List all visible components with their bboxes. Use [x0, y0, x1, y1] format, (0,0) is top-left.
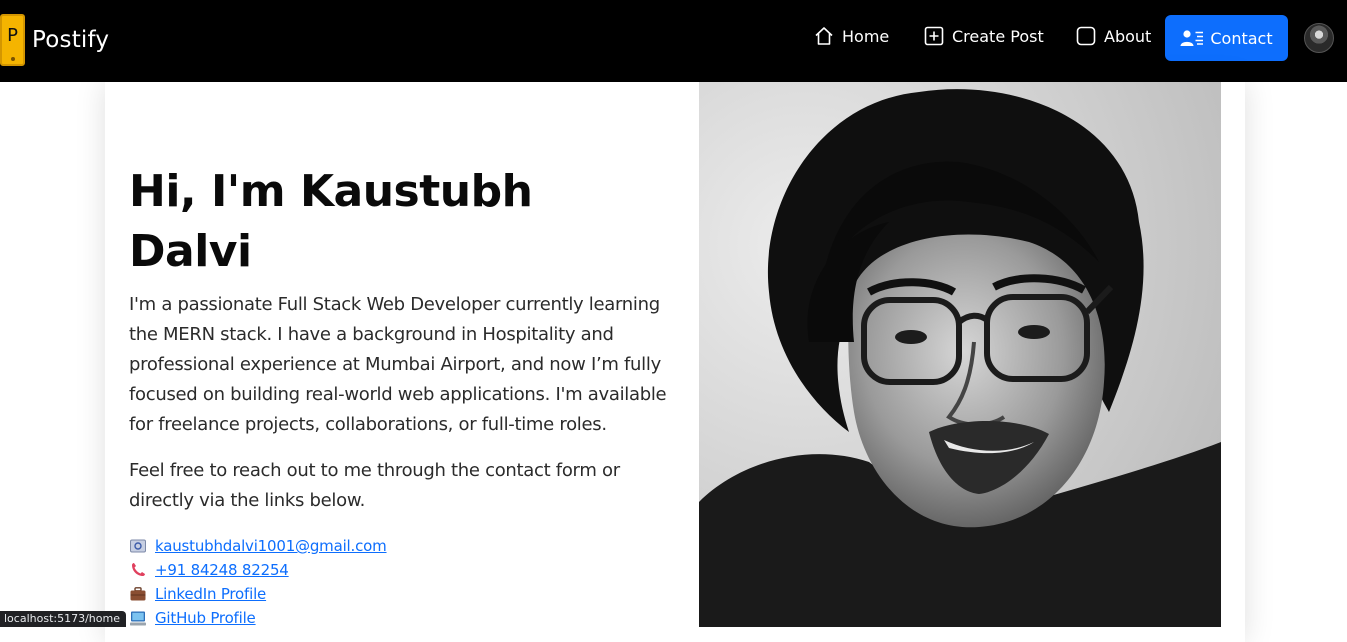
person-lines-icon — [1180, 29, 1204, 47]
navbar: P Postify Home Create Post About Contact — [0, 0, 1347, 82]
github-link[interactable]: GitHub Profile — [155, 609, 256, 627]
briefcase-icon — [129, 585, 147, 603]
nav-contact-label: Contact — [1210, 28, 1273, 48]
nav-contact-button[interactable]: Contact — [1165, 15, 1288, 61]
profile-photo-image — [699, 82, 1221, 627]
nav-create-post-label: Create Post — [952, 26, 1044, 46]
intro-section: Hi, I'm Kaustubh Dalvi I'm a passionate … — [129, 162, 669, 630]
profile-photo — [699, 82, 1221, 627]
phone-link[interactable]: +91 84248 82254 — [155, 561, 289, 579]
nav-about-label: About — [1104, 26, 1152, 46]
link-row-linkedin: LinkedIn Profile — [129, 582, 669, 606]
about-card: Hi, I'm Kaustubh Dalvi I'm a passionate … — [105, 82, 1245, 642]
link-row-github: GitHub Profile — [129, 606, 669, 630]
nav-create-post-link[interactable]: Create Post — [924, 26, 1044, 46]
home-icon — [814, 26, 834, 46]
user-avatar[interactable] — [1304, 23, 1334, 53]
phone-icon — [129, 561, 147, 579]
postify-logo-icon: P — [0, 14, 25, 66]
email-icon — [129, 537, 147, 555]
nav-home-label: Home — [842, 26, 890, 46]
computer-icon — [129, 609, 147, 627]
page-title: Hi, I'm Kaustubh Dalvi — [129, 166, 533, 277]
square-icon — [1076, 26, 1096, 46]
intro-paragraph: I'm a passionate Full Stack Web Develope… — [129, 294, 667, 435]
brand-name: Postify — [32, 27, 110, 53]
logo-letter: P — [7, 25, 18, 46]
brand-link[interactable]: P Postify — [0, 14, 109, 66]
link-row-email: kaustubhdalvi1001@gmail.com — [129, 534, 669, 558]
plus-square-icon — [924, 26, 944, 46]
nav-about-link[interactable]: About — [1076, 26, 1151, 46]
link-row-phone: +91 84248 82254 — [129, 558, 669, 582]
contact-links: kaustubhdalvi1001@gmail.com +91 84248 82… — [129, 534, 669, 630]
email-link[interactable]: kaustubhdalvi1001@gmail.com — [155, 537, 387, 555]
browser-status-url: localhost:5173/home — [0, 611, 126, 627]
contact-paragraph: Feel free to reach out to me through the… — [129, 460, 620, 511]
linkedin-link[interactable]: LinkedIn Profile — [155, 585, 266, 603]
nav-home-link[interactable]: Home — [814, 26, 889, 46]
